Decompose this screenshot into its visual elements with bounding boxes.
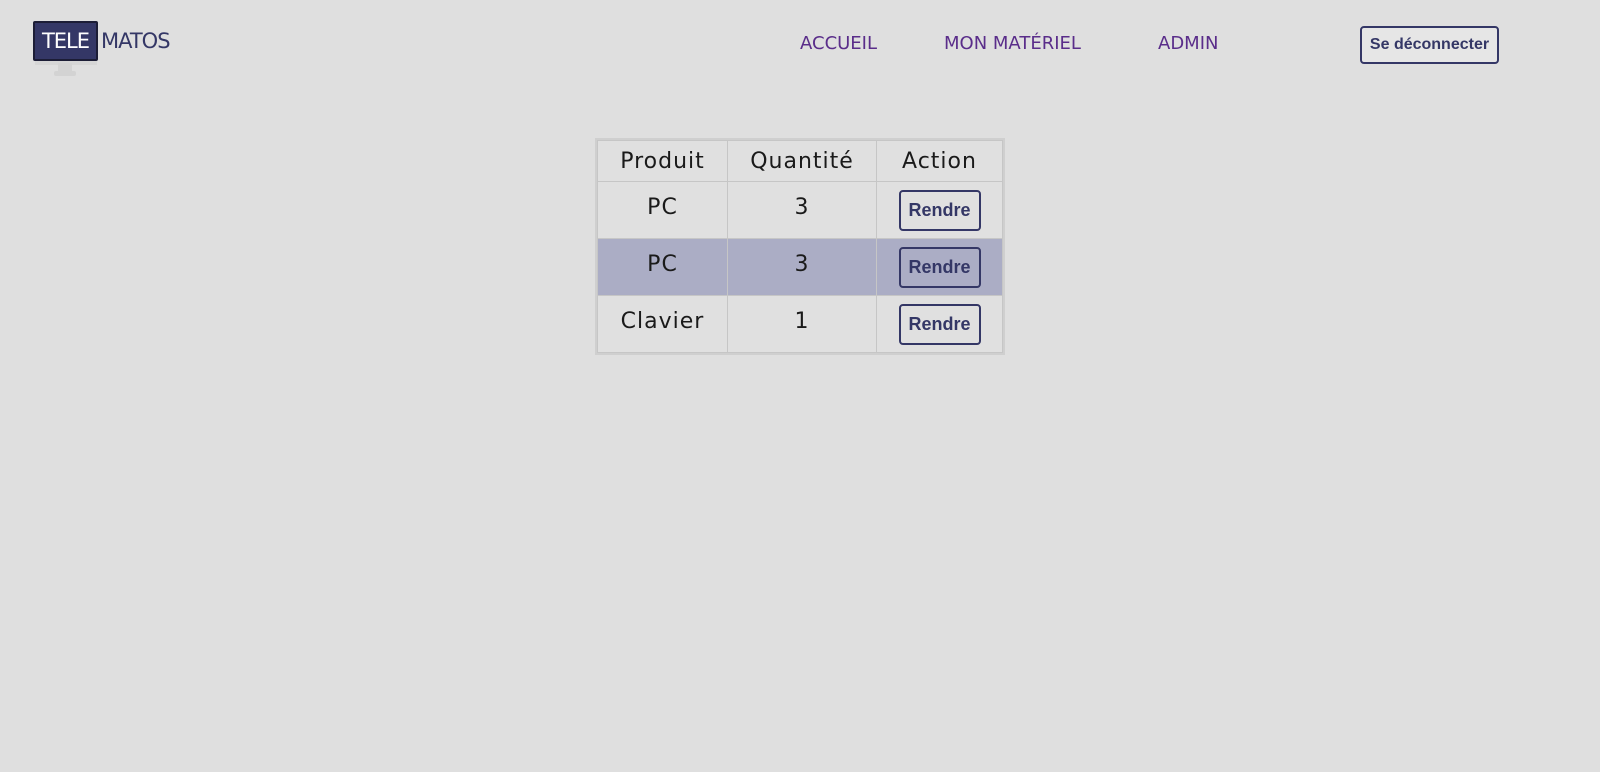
column-header-produit: Produit	[597, 140, 728, 182]
table-row: PC 3 Rendre	[597, 181, 1003, 239]
nav-link-admin[interactable]: ADMIN	[1158, 32, 1218, 56]
nav-link-accueil[interactable]: ACCUEIL	[800, 32, 877, 56]
nav-link-mon-materiel[interactable]: MON MATÉRIEL	[944, 32, 1081, 56]
table-row: Clavier 1 Rendre	[597, 295, 1003, 353]
telematos-logo[interactable]: TELE MATOS	[33, 21, 183, 81]
cell-produit: PC	[597, 238, 728, 296]
logo-text-tele: TELE	[41, 29, 90, 53]
table-row-highlighted: PC 3 Rendre	[597, 238, 1003, 296]
cell-quantite: 1	[727, 295, 877, 353]
cell-action: Rendre	[876, 238, 1003, 296]
rendre-button[interactable]: Rendre	[898, 304, 981, 345]
equipment-table-container: Produit Quantité Action PC 3 Rendre PC 3…	[595, 138, 1005, 355]
logo-text-matos: MATOS	[101, 29, 171, 53]
rendre-button[interactable]: Rendre	[898, 247, 981, 288]
cell-produit: Clavier	[597, 295, 728, 353]
equipment-table: Produit Quantité Action PC 3 Rendre PC 3…	[595, 138, 1005, 355]
cell-quantite: 3	[727, 181, 877, 239]
rendre-button[interactable]: Rendre	[898, 190, 981, 231]
column-header-quantite: Quantité	[727, 140, 877, 182]
logo-monitor-foot	[54, 71, 76, 76]
cell-action: Rendre	[876, 295, 1003, 353]
logout-button[interactable]: Se déconnecter	[1360, 26, 1499, 64]
table-header-row: Produit Quantité Action	[597, 140, 1003, 182]
cell-action: Rendre	[876, 181, 1003, 239]
cell-quantite: 3	[727, 238, 877, 296]
column-header-action: Action	[876, 140, 1003, 182]
cell-produit: PC	[597, 181, 728, 239]
